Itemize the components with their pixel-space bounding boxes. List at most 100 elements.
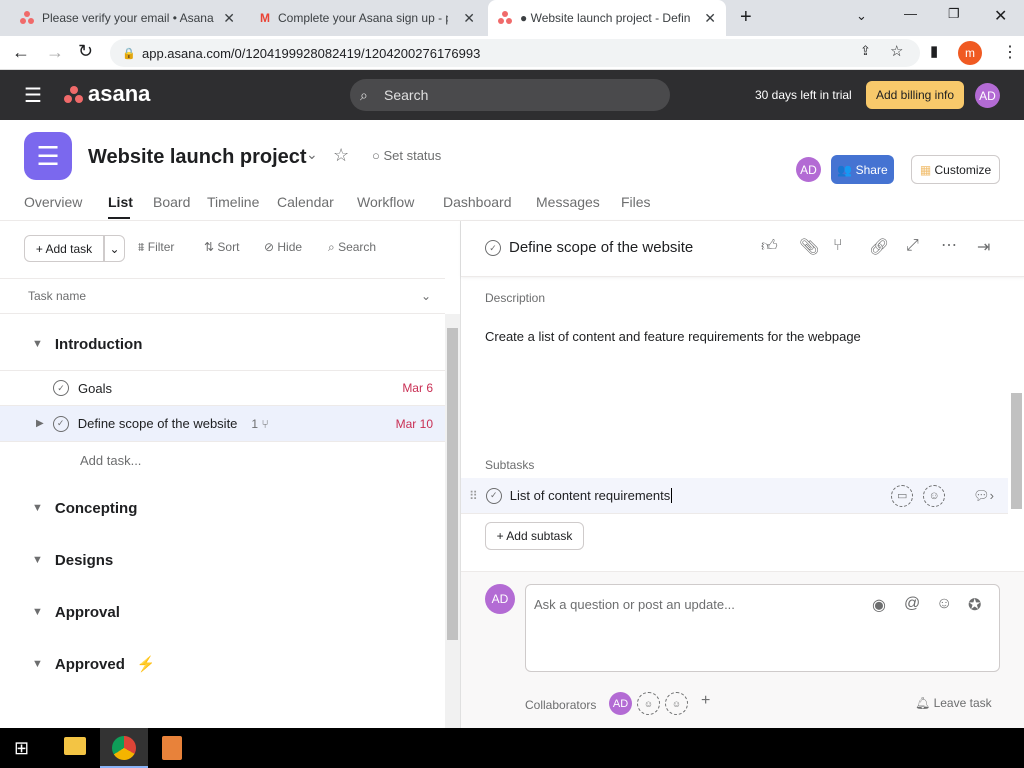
collapse-triangle-icon[interactable]: ▼ [32,554,43,566]
subtask-check-icon[interactable]: ✓ [485,487,502,504]
section-designs[interactable]: ▼ Designs [0,540,445,580]
tab-dashboard[interactable]: Dashboard [443,194,512,210]
close-tab-icon[interactable]: ✕ [223,10,235,27]
tab-search-icon[interactable]: ⌄ [856,8,867,24]
forward-icon[interactable]: → [46,42,64,63]
share-page-icon[interactable]: ⇪ [860,43,871,59]
record-icon[interactable]: ◉ [872,595,886,615]
restore-icon[interactable]: ❐ [948,6,960,22]
collaborator-placeholder-icon[interactable]: ☺ [665,692,688,715]
global-search[interactable]: ⌕ Search [350,79,670,111]
chrome-taskbar-button[interactable] [100,728,148,768]
tab-list[interactable]: List [108,194,133,210]
due-date-icon[interactable]: ▭ [891,484,914,507]
reload-icon[interactable]: ↻ [78,41,93,62]
sort-button[interactable]: ⇅ Sort [204,240,239,254]
list-scrollbar[interactable] [445,314,460,728]
link-icon[interactable]: 🔗︎ [869,237,889,257]
add-task-inline[interactable]: Add task... [80,453,141,468]
close-tab-icon[interactable]: ✕ [463,10,475,27]
back-icon[interactable]: ← [12,42,30,63]
file-explorer-icon[interactable] [64,737,86,755]
like-icon[interactable]: 👍︎ [761,237,778,256]
drag-handle-icon[interactable]: ⠿ [469,489,478,503]
assignee-icon[interactable]: ☺ [923,484,946,507]
add-task-dropdown-icon[interactable]: ⌄ [104,235,125,262]
section-approved[interactable]: ▼ Approved ⚡ [0,644,445,684]
complete-check-icon[interactable]: ✓ [53,380,69,396]
emoji-icon[interactable]: ☺ [936,595,952,613]
add-subtask-button[interactable]: + Add subtask [485,522,584,550]
add-task-button[interactable]: + Add task [24,235,104,262]
close-window-icon[interactable]: ✕ [994,6,1007,26]
user-avatar[interactable]: AD [975,83,1000,108]
more-icon[interactable]: ⋯ [941,235,957,255]
collapse-triangle-icon[interactable]: ▼ [32,658,43,670]
set-status-button[interactable]: ○ Set status [372,148,441,163]
side-panel-icon[interactable]: ▮ [930,42,938,60]
browser-tab-active[interactable]: ● Website launch project - Define ✕ [488,0,726,36]
tab-timeline[interactable]: Timeline [207,194,259,210]
subtask-name-input[interactable]: List of content requirements [510,488,673,503]
member-avatar[interactable]: AD [796,157,821,182]
appreciation-icon[interactable]: ✪ [968,595,981,615]
collapse-triangle-icon[interactable]: ▼ [32,502,43,514]
mark-complete-icon[interactable]: ✓ [485,240,501,256]
collaborator-avatar[interactable]: AD [609,692,632,715]
detail-scrollbar[interactable] [1009,281,1024,571]
section-approval[interactable]: ▼ Approval [0,592,445,632]
expand-triangle-icon[interactable]: ▶ [36,418,44,429]
detail-title[interactable]: Define scope of the website [509,239,693,256]
description-field[interactable]: Create a list of content and feature req… [485,329,985,439]
mention-icon[interactable]: @ [904,595,920,613]
column-chevron-icon[interactable]: ⌄ [421,289,431,303]
collapse-triangle-icon[interactable]: ▼ [32,606,43,618]
section-concepting[interactable]: ▼ Concepting [0,488,445,528]
asana-wordmark[interactable]: asana [88,81,150,107]
task-row[interactable]: ✓ Goals Mar 6 [0,370,445,406]
url-field[interactable]: 🔒 app.asana.com/0/1204199928082419/120420… [110,39,920,67]
filter-button[interactable]: ⩩ Filter [138,240,174,255]
tab-workflow[interactable]: Workflow [357,194,414,210]
subtask-row[interactable]: ⠿ ✓ List of content requirements ▭ ☺ 💬︎› [461,478,1008,514]
tab-overview[interactable]: Overview [24,194,82,210]
profile-avatar[interactable]: m [958,41,982,65]
tab-files[interactable]: Files [621,194,651,210]
hide-button[interactable]: ⊘ Hide [264,240,302,254]
favorite-star-icon[interactable]: ☆ [333,145,349,166]
share-button[interactable]: 👥 Share [831,155,894,184]
section-introduction[interactable]: ▼ Introduction [0,324,445,364]
project-menu-chevron-icon[interactable]: ⌄ [306,146,318,163]
add-billing-button[interactable]: Add billing info [866,81,964,109]
new-tab-icon[interactable]: + [740,6,752,29]
close-tab-icon[interactable]: ✕ [704,10,716,27]
task-row-selected[interactable]: ▶ ✓ Define scope of the website 1 ⑂ Mar 10 [0,406,445,442]
customize-button[interactable]: ▦ Customize [911,155,1000,184]
asana-logo-icon[interactable] [64,86,84,104]
complete-check-icon[interactable]: ✓ [52,415,69,432]
hamburger-menu-icon[interactable]: ☰ [24,83,42,108]
search-list-button[interactable]: ⌕ Search [328,240,376,255]
subtask-count[interactable]: 1 ⑂ [251,417,268,431]
windows-start-icon[interactable]: ⊞ [14,738,29,759]
browser-menu-icon[interactable]: ⋮ [1002,42,1018,62]
subtask-icon[interactable]: ⑂ [833,237,843,255]
add-collaborator-icon[interactable]: + [701,692,710,710]
close-pane-icon[interactable]: ⇥ [977,237,990,257]
comment-open-icon[interactable]: 💬︎› [973,488,994,504]
tab-calendar[interactable]: Calendar [277,194,334,210]
attachment-icon[interactable]: 📎︎ [799,237,819,257]
project-title[interactable]: Website launch project [88,146,307,169]
scroll-thumb[interactable] [447,328,458,640]
minimize-icon[interactable]: — [904,6,917,21]
scroll-thumb[interactable] [1011,393,1022,509]
tab-board[interactable]: Board [153,194,190,210]
bookmark-star-icon[interactable]: ☆ [890,42,903,60]
expand-icon[interactable]: ⤢ [906,237,919,255]
browser-tab[interactable]: M Complete your Asana sign up - p ✕ [250,0,485,36]
collapse-triangle-icon[interactable]: ▼ [32,338,43,350]
leave-task-button[interactable]: 🔔︎ Leave task [915,696,992,710]
comment-input[interactable]: Ask a question or post an update... ◉ @ … [525,584,1000,672]
office-app-icon[interactable] [162,736,182,760]
tab-messages[interactable]: Messages [536,194,600,210]
